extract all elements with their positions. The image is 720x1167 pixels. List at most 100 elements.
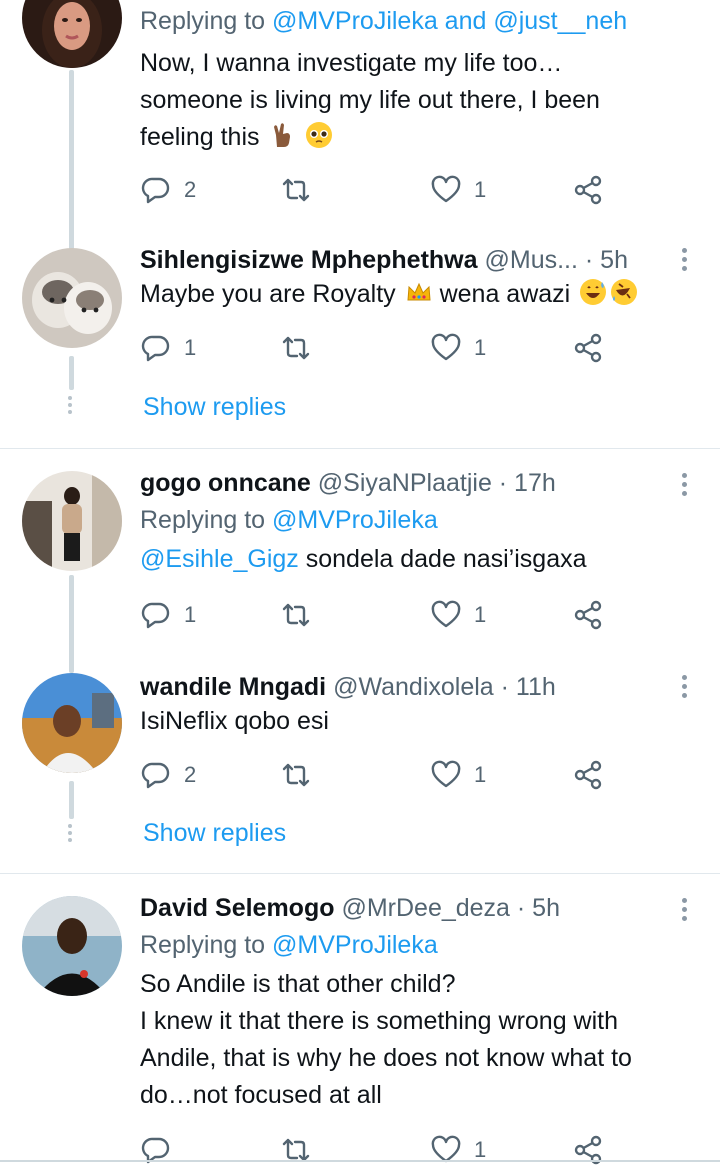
share-icon bbox=[574, 600, 602, 630]
reply-button[interactable]: 2 bbox=[140, 170, 196, 210]
tweet-actions: 2 1 bbox=[140, 170, 620, 210]
reply-icon bbox=[141, 177, 170, 204]
thread-line bbox=[69, 781, 74, 819]
retweet-button[interactable] bbox=[280, 595, 312, 635]
show-replies-link[interactable]: Show replies bbox=[143, 390, 286, 424]
heart-icon bbox=[431, 175, 461, 203]
more-vertical-icon bbox=[682, 675, 688, 698]
reply-count: 1 bbox=[184, 602, 197, 627]
share-icon bbox=[574, 333, 602, 363]
tweet-header: gogo onncane @SiyaNPlaatjie · 17h bbox=[140, 467, 680, 499]
reply-count: 2 bbox=[184, 177, 197, 202]
mention-link[interactable]: @MVProJileka and @just__neh bbox=[272, 7, 627, 35]
tweet-text: Now, I wanna investigate my life too… so… bbox=[140, 49, 600, 151]
retweet-button[interactable] bbox=[280, 755, 312, 795]
heart-icon bbox=[431, 600, 461, 628]
replying-to: Replying to @MVProJileka bbox=[140, 931, 438, 959]
display-name[interactable]: gogo onncane bbox=[140, 469, 311, 497]
display-name[interactable]: David Selemogo bbox=[140, 894, 335, 922]
tweet-text: Maybe you are Royalty wena awazi bbox=[140, 276, 680, 313]
reply-count: 1 bbox=[184, 335, 197, 360]
more-options-button[interactable] bbox=[682, 473, 688, 500]
tweet-actions: 1 1 bbox=[140, 328, 620, 368]
like-count: 1 bbox=[474, 602, 487, 627]
thread-line bbox=[69, 659, 74, 673]
retweet-icon bbox=[282, 763, 310, 787]
thread-dots bbox=[67, 396, 73, 417]
thread-line bbox=[69, 230, 74, 250]
bottom-border bbox=[0, 1160, 720, 1162]
thread-line bbox=[69, 70, 74, 240]
retweet-icon bbox=[282, 603, 310, 627]
share-button[interactable] bbox=[572, 595, 604, 635]
reply-count: 2 bbox=[184, 762, 197, 787]
tweet-1[interactable]: Replying to @MVProJileka and @just__neh … bbox=[0, 0, 720, 240]
more-options-button[interactable] bbox=[682, 898, 688, 925]
tweet-actions: 1 1 bbox=[140, 595, 620, 635]
like-count: 1 bbox=[474, 762, 487, 787]
share-icon bbox=[574, 760, 602, 790]
replying-to: Replying to @MVProJileka bbox=[140, 506, 438, 534]
reply-icon bbox=[141, 762, 170, 789]
mention-link[interactable]: @MVProJileka bbox=[272, 931, 438, 959]
retweet-icon bbox=[282, 336, 310, 360]
crown-emoji-icon bbox=[407, 282, 431, 301]
reply-button[interactable]: 1 bbox=[140, 595, 196, 635]
like-button[interactable]: 1 bbox=[430, 595, 486, 635]
handle-and-time: @Wandixolela · 11h bbox=[333, 673, 556, 701]
avatar[interactable] bbox=[22, 896, 122, 996]
more-options-button[interactable] bbox=[682, 248, 688, 275]
tweet-4[interactable]: wandile Mngadi @Wandixolela · 11h IsiNef… bbox=[0, 659, 720, 873]
share-button[interactable] bbox=[572, 328, 604, 368]
reply-icon bbox=[141, 335, 170, 362]
retweet-icon bbox=[282, 178, 310, 202]
mention-link[interactable]: @MVProJileka bbox=[272, 506, 438, 534]
handle-and-time: @Mus... · 5h bbox=[484, 246, 628, 274]
display-name[interactable]: Sihlengisizwe Mphephethwa bbox=[140, 246, 478, 274]
tweet-text: IsiNeflix qobo esi bbox=[140, 707, 329, 735]
reply-button[interactable]: 2 bbox=[140, 755, 196, 795]
avatar[interactable] bbox=[22, 471, 122, 571]
handle-and-time: @MrDee_deza · 5h bbox=[341, 894, 560, 922]
reply-icon bbox=[141, 602, 170, 629]
mention-link[interactable]: @Esihle_Gigz bbox=[140, 545, 299, 573]
like-count: 1 bbox=[474, 335, 487, 360]
tweet-header: wandile Mngadi @Wandixolela · 11h bbox=[140, 671, 680, 703]
more-vertical-icon bbox=[682, 248, 688, 271]
tweet-header: David Selemogo @MrDee_deza · 5h bbox=[140, 892, 680, 924]
avatar[interactable] bbox=[22, 673, 122, 773]
tweet-actions: 2 1 bbox=[140, 755, 620, 795]
tweet-header: Sihlengisizwe Mphephethwa @Mus... · 5h bbox=[140, 244, 680, 276]
heart-icon bbox=[431, 333, 461, 361]
crossed-fingers-emoji-icon bbox=[274, 123, 291, 147]
show-replies-link[interactable]: Show replies bbox=[143, 816, 286, 850]
grinning-sweat-emoji-icon bbox=[580, 279, 607, 305]
tweet-2[interactable]: Sihlengisizwe Mphephethwa @Mus... · 5h M… bbox=[0, 230, 720, 448]
more-vertical-icon bbox=[682, 898, 688, 921]
like-button[interactable]: 1 bbox=[430, 328, 486, 368]
like-count: 1 bbox=[474, 177, 487, 202]
retweet-button[interactable] bbox=[280, 170, 312, 210]
tweet-5[interactable]: David Selemogo @MrDee_deza · 5h Replying… bbox=[0, 874, 720, 1167]
share-button[interactable] bbox=[572, 170, 604, 210]
display-name[interactable]: wandile Mngadi bbox=[140, 673, 326, 701]
retweet-button[interactable] bbox=[280, 328, 312, 368]
more-options-button[interactable] bbox=[682, 675, 688, 702]
avatar[interactable] bbox=[22, 0, 122, 68]
pleading-face-emoji-icon bbox=[306, 122, 333, 148]
like-button[interactable]: 1 bbox=[430, 755, 486, 795]
tweet-text: @Esihle_Gigz sondela dade nasi’isgaxa bbox=[140, 545, 587, 573]
share-icon bbox=[574, 175, 602, 205]
more-vertical-icon bbox=[682, 473, 688, 496]
tweet-3[interactable]: gogo onncane @SiyaNPlaatjie · 17h Replyi… bbox=[0, 449, 720, 665]
replying-to: Replying to @MVProJileka and @just__neh bbox=[140, 7, 628, 35]
avatar[interactable] bbox=[22, 248, 122, 348]
reply-button[interactable]: 1 bbox=[140, 328, 196, 368]
thread-dots bbox=[67, 824, 73, 845]
thread-line bbox=[69, 356, 74, 390]
thread-line bbox=[69, 575, 74, 665]
share-button[interactable] bbox=[572, 755, 604, 795]
like-button[interactable]: 1 bbox=[430, 170, 486, 210]
heart-icon bbox=[431, 760, 461, 788]
rolling-laughing-emoji-icon bbox=[611, 279, 638, 305]
